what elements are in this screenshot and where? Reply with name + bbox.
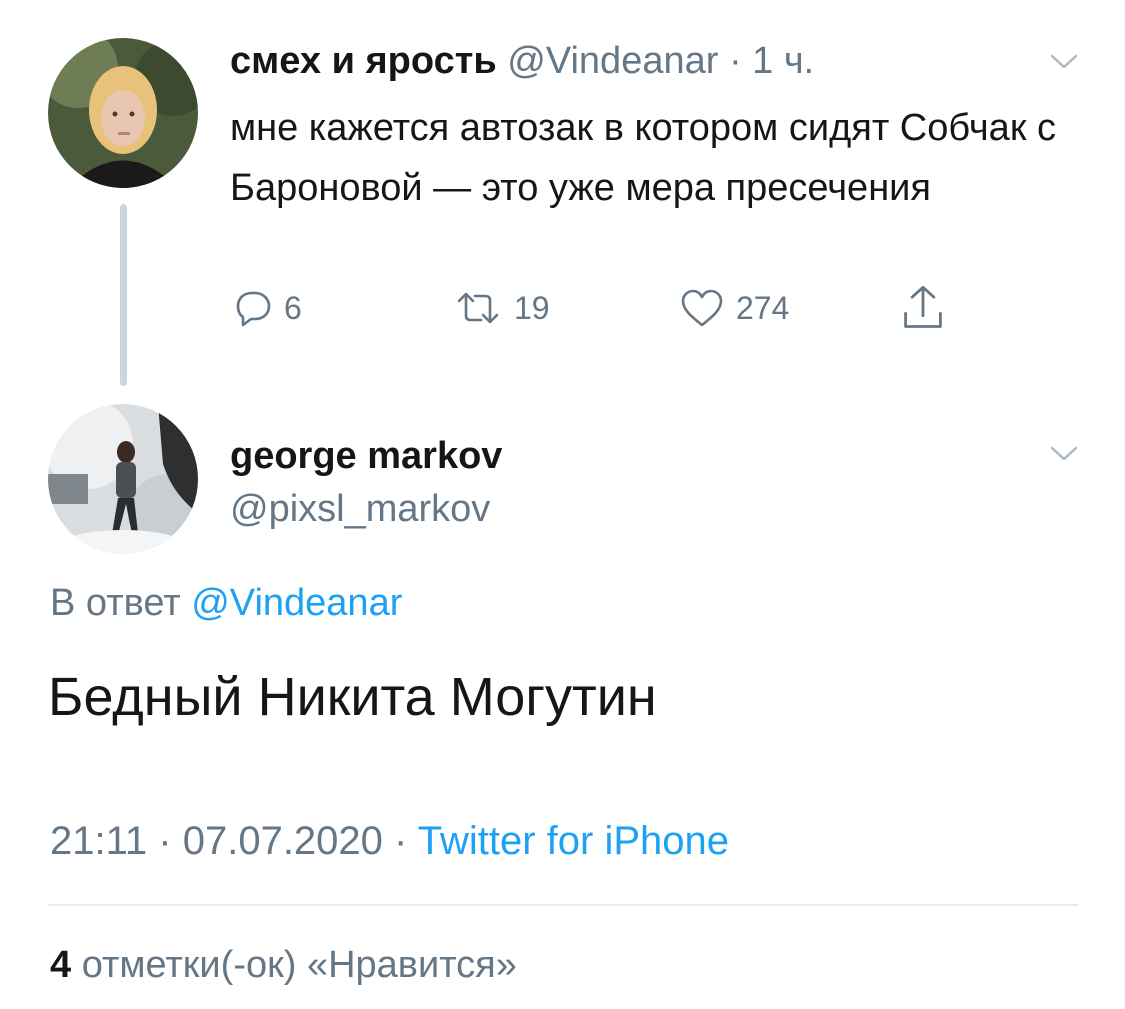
in-reply-handle-link[interactable]: @Vindeanar	[191, 582, 402, 624]
in-reply-to: В ответ @Vindeanar	[50, 580, 402, 626]
like-count: 274	[736, 289, 790, 326]
tweet-detail-screen: смех и ярость @Vindeanar · 1 ч. мне каже…	[0, 0, 1125, 1009]
avatar-photo	[48, 404, 198, 554]
chevron-down-icon	[1050, 54, 1078, 69]
tweet-source-link[interactable]: Twitter for iPhone	[418, 819, 729, 863]
likes-count: 4	[50, 944, 72, 986]
meta-separator: ·	[158, 819, 172, 863]
like-button[interactable]: 274	[676, 283, 789, 333]
parent-timestamp[interactable]: 1 ч.	[752, 40, 814, 82]
parent-display-name[interactable]: смех и ярость	[230, 40, 497, 82]
reply-avatar[interactable]	[48, 404, 198, 554]
parent-handle[interactable]: @Vindeanar	[507, 40, 718, 82]
meta-separator: ·	[394, 819, 408, 863]
chevron-down-icon	[1050, 446, 1078, 461]
divider	[48, 904, 1078, 906]
retweet-button[interactable]: 19	[450, 283, 550, 333]
parent-chevron-down-icon[interactable]	[1044, 46, 1084, 76]
reply-bubble-icon	[236, 291, 271, 327]
thread-connector-line	[120, 204, 127, 386]
likes-label: отметки(-ок) «Нравится»	[81, 944, 517, 986]
tweet-date: 07.07.2020	[182, 819, 383, 863]
tweet-time: 21:11	[50, 819, 148, 863]
parent-tweet-header: смех и ярость @Vindeanar · 1 ч.	[230, 38, 814, 84]
in-reply-prefix: В ответ	[50, 582, 181, 624]
tweet-metadata: 21:11 · 07.07.2020 · Twitter for iPhone	[50, 816, 729, 866]
reply-tweet-text: Бедный Никита Могутин	[48, 667, 657, 727]
share-icon	[904, 285, 942, 328]
likes-summary[interactable]: 4 отметки(-ок) «Нравится»	[50, 942, 517, 988]
reply-button[interactable]: 6	[230, 283, 302, 333]
header-separator: ·	[728, 40, 742, 82]
avatar-photo	[48, 38, 198, 188]
parent-tweet-text: мне кажется автозак в котором сидят Собч…	[230, 107, 1056, 209]
heart-icon	[681, 289, 723, 327]
reply-display-name[interactable]: george markov	[230, 433, 502, 479]
reply-handle[interactable]: @pixsl_markov	[230, 486, 490, 532]
share-button[interactable]	[898, 283, 948, 333]
retweet-count: 19	[514, 289, 550, 326]
reply-chevron-down-icon[interactable]	[1044, 438, 1084, 468]
retweet-icon	[457, 292, 499, 324]
reply-count: 6	[284, 289, 302, 326]
parent-avatar[interactable]	[48, 38, 198, 188]
